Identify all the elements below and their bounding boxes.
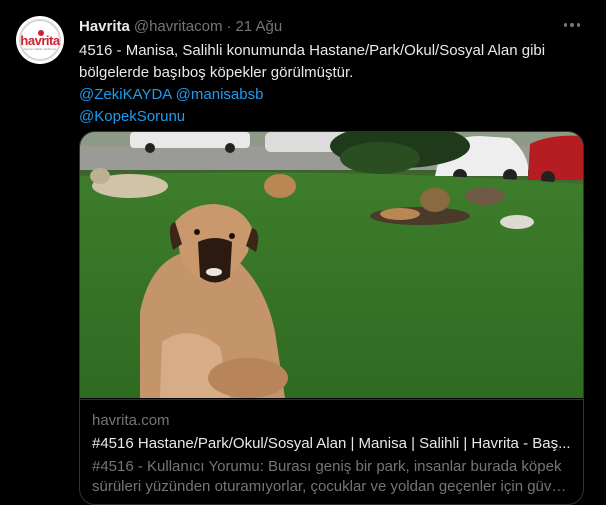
mention-link[interactable]: @KopekSorunu bbox=[79, 108, 185, 125]
location-pin-icon bbox=[38, 30, 44, 36]
tweet-text-line: bölgelerde başıboş köpekler görülmüştür. bbox=[79, 64, 354, 81]
card-description-line: sürüleri yüzünden oturamıyorlar, çocukla… bbox=[92, 478, 572, 495]
card-info: havrita.com #4516 Hastane/Park/Okul/Sosy… bbox=[80, 399, 583, 495]
avatar-logo-subtitle: hayvan haklari platformu bbox=[23, 47, 57, 51]
mentions-line: @ZekiKAYDA @manisabsb bbox=[79, 84, 584, 106]
tag-line: @KopekSorunu bbox=[79, 106, 584, 128]
tweet-text-line: 4516 - Manisa, Salihli konumunda Hastane… bbox=[79, 42, 546, 59]
card-domain: havrita.com bbox=[92, 412, 170, 429]
link-card[interactable]: havrita.com #4516 Hastane/Park/Okul/Sosy… bbox=[79, 131, 584, 505]
card-description-line: #4516 - Kullanıcı Yorumu: Burası geniş b… bbox=[92, 458, 562, 475]
more-options-icon[interactable] bbox=[560, 15, 584, 35]
author-handle[interactable]: @havritacom bbox=[134, 18, 223, 35]
card-image bbox=[80, 132, 583, 398]
tweet[interactable]: havrita hayvan haklari platformu Havrita… bbox=[0, 0, 606, 505]
tweet-text: 4516 - Manisa, Salihli konumunda Hastane… bbox=[79, 40, 584, 128]
mention-link[interactable]: @ZekiKAYDA bbox=[79, 86, 171, 103]
author-name[interactable]: Havrita bbox=[79, 18, 130, 35]
more-dot bbox=[570, 23, 574, 27]
header-separator: · bbox=[226, 17, 232, 35]
mention-link[interactable]: @manisabsb bbox=[176, 86, 264, 103]
more-dot bbox=[576, 23, 581, 27]
card-title[interactable]: #4516 Hastane/Park/Okul/Sosyal Alan | Ma… bbox=[92, 435, 572, 452]
card-description: #4516 - Kullanıcı Yorumu: Burası geniş b… bbox=[92, 457, 572, 497]
tweet-header: Havrita @havritacom · 21 Ağu bbox=[79, 16, 282, 36]
more-dot bbox=[563, 23, 568, 27]
avatar[interactable]: havrita hayvan haklari platformu bbox=[16, 16, 64, 64]
tweet-timestamp[interactable]: 21 Ağu bbox=[235, 18, 282, 35]
